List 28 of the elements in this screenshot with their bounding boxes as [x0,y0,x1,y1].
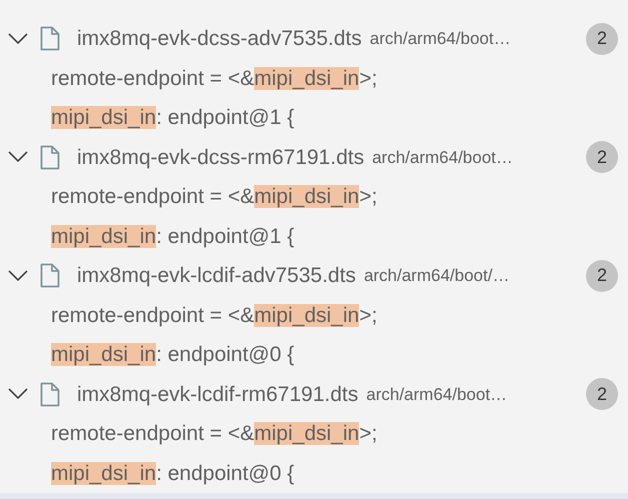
file-icon [40,263,60,288]
match-line[interactable]: mipi_dsi_in: endpoint@0 { [51,458,294,489]
match-count-badge: 2 [586,141,618,174]
match-count-badge: 2 [586,22,618,55]
match-line[interactable]: mipi_dsi_in: endpoint@1 { [51,220,294,252]
match-count-badge: 2 [586,378,618,410]
file-path: arch/arm64/boot/… [364,265,510,287]
file-name: imx8mq-evk-lcdif-adv7535.dts [77,263,356,289]
file-name: imx8mq-evk-dcss-adv7535.dts [77,26,362,52]
file-name: imx8mq-evk-lcdif-rm67191.dts [77,382,358,408]
match-count-badge: 2 [586,260,618,292]
match-line[interactable]: remote-endpoint = <&mipi_dsi_in>; [51,62,378,94]
file-name: imx8mq-evk-dcss-rm67191.dts [77,144,364,170]
chevron-icon[interactable] [8,388,28,400]
match-line[interactable]: remote-endpoint = <&mipi_dsi_in>; [51,181,378,212]
match-line[interactable]: remote-endpoint = <&mipi_dsi_in>; [51,418,378,450]
file-icon [40,144,60,170]
chevron-icon[interactable] [8,151,28,164]
match-line[interactable]: mipi_dsi_in: endpoint@1 { [51,102,294,134]
chevron-icon[interactable] [8,32,28,45]
file-icon [40,382,60,407]
match-line[interactable]: remote-endpoint = <&mipi_dsi_in>; [51,300,378,331]
file-icon [40,26,60,52]
chevron-icon[interactable] [8,270,28,282]
file-path: arch/arm64/boot… [372,146,513,168]
file-path: arch/arm64/boot… [370,28,511,50]
file-path: arch/arm64/boot… [366,384,508,406]
match-line[interactable]: mipi_dsi_in: endpoint@0 { [51,339,294,370]
